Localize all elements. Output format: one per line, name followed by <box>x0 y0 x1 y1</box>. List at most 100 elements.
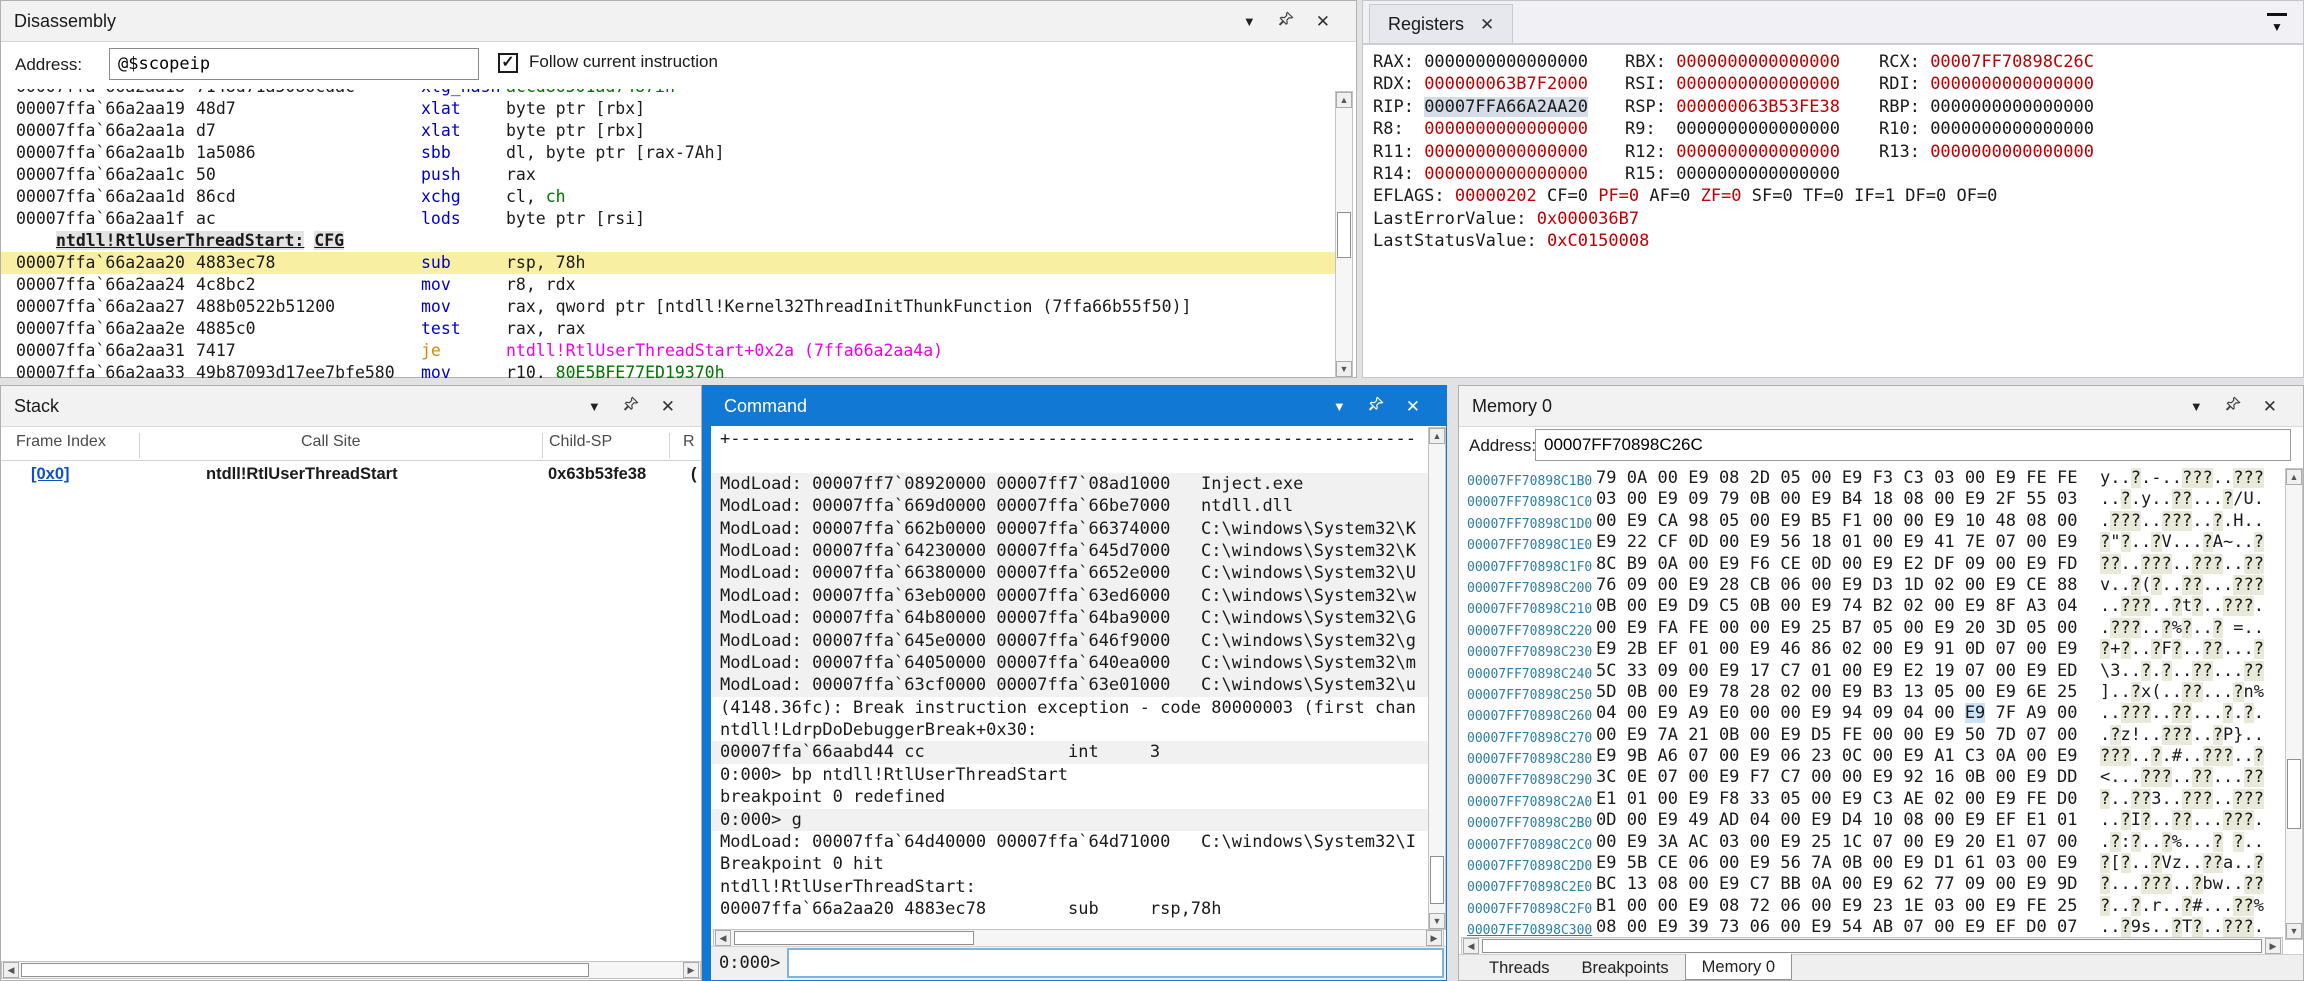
memory-byte[interactable]: 00 <box>1811 767 1831 787</box>
memory-byte[interactable]: 00 <box>1811 468 1831 488</box>
memory-byte[interactable]: B3 <box>1873 682 1893 702</box>
memory-byte[interactable]: 00 <box>2057 725 2077 745</box>
memory-byte[interactable]: 00 <box>1873 511 1893 531</box>
memory-byte[interactable]: 00 <box>1750 725 1770 745</box>
memory-byte[interactable]: 0E <box>1627 767 1647 787</box>
memory-row[interactable]: 00007FF70898C2100B 00 E9 D9 C5 0B 00 E9 … <box>1459 596 2287 617</box>
memory-byte[interactable]: E9 <box>1965 596 1985 616</box>
register-value[interactable]: 0000000000000000 <box>1424 142 1588 162</box>
memory-byte[interactable]: 00 <box>2026 532 2046 552</box>
memory-byte[interactable]: 0A <box>1996 746 2016 766</box>
memory-byte[interactable]: 25 <box>2057 682 2077 702</box>
register-value[interactable]: 0000000000000000 <box>1424 164 1588 184</box>
memory-byte[interactable]: D9 <box>1688 596 1708 616</box>
memory-byte[interactable]: 00 <box>1934 917 1954 937</box>
memory-byte[interactable]: EF <box>1996 810 2016 830</box>
memory-byte[interactable]: 00 <box>1657 896 1677 916</box>
memory-byte[interactable]: D3 <box>1873 575 1893 595</box>
memory-byte[interactable]: 07 <box>1657 767 1677 787</box>
memory-row[interactable]: 00007FF70898C26004 00 E9 A9 E0 00 00 E9 … <box>1459 703 2287 724</box>
memory-byte[interactable]: 0B <box>1719 725 1739 745</box>
memory-byte[interactable]: 39 <box>1688 917 1708 937</box>
memory-byte[interactable]: 00 <box>1842 661 1862 681</box>
memory-byte[interactable]: FE <box>2026 468 2046 488</box>
disassembly-vscrollbar[interactable]: ▲ ▼ <box>1335 91 1353 378</box>
memory-byte[interactable]: 00 <box>1811 789 1831 809</box>
memory-byte[interactable]: 00 <box>1657 468 1677 488</box>
tab-breakpoints[interactable]: Breakpoints <box>1566 955 1685 980</box>
memory-byte[interactable]: E9 <box>1965 703 1985 723</box>
memory-byte[interactable]: CE <box>2026 575 2046 595</box>
memory-byte[interactable]: E9 <box>1842 468 1862 488</box>
memory-row[interactable]: 00007FF70898C2505D 0B 00 E9 78 28 02 00 … <box>1459 682 2287 703</box>
scroll-up-icon[interactable]: ▲ <box>1429 428 1445 444</box>
memory-byte[interactable]: E1 <box>1996 832 2016 852</box>
memory-byte[interactable]: 8C <box>1596 554 1616 574</box>
memory-byte[interactable]: 56 <box>1780 853 1800 873</box>
memory-byte[interactable]: 33 <box>1750 789 1770 809</box>
memory-byte[interactable]: E9 <box>1688 468 1708 488</box>
memory-byte[interactable]: E9 <box>1934 618 1954 638</box>
memory-byte[interactable]: 00 <box>1842 554 1862 574</box>
disasm-row[interactable]: 00007ffa`66a2aa1faclodsbyte ptr [rsi] <box>1 208 1335 230</box>
memory-vscrollbar[interactable]: ▲ ▼ <box>2285 468 2303 940</box>
memory-byte[interactable]: B2 <box>1873 596 1893 616</box>
memory-row[interactable]: 00007FF70898C2C000 E9 3A AC 03 00 E9 25 … <box>1459 832 2287 853</box>
memory-byte[interactable]: 00 <box>1750 832 1770 852</box>
memory-byte[interactable]: D5 <box>1811 725 1831 745</box>
memory-byte[interactable]: 01 <box>1627 789 1647 809</box>
memory-byte[interactable]: F1 <box>1842 511 1862 531</box>
memory-byte[interactable]: E0 <box>1719 703 1739 723</box>
memory-byte[interactable]: 00 <box>1811 575 1831 595</box>
memory-byte[interactable]: FA <box>1657 618 1677 638</box>
memory-byte[interactable]: C7 <box>1750 874 1770 894</box>
memory-byte[interactable]: 00 <box>1688 661 1708 681</box>
col-call-site[interactable]: Call Site <box>301 433 361 451</box>
memory-byte[interactable]: FE <box>2026 896 2046 916</box>
memory-byte[interactable]: 48 <box>1996 511 2016 531</box>
stack-frame-row[interactable]: [0x0] ntdll!RtlUserThreadStart 0x63b53fe… <box>1 460 701 490</box>
memory-byte[interactable]: 00 <box>1719 639 1739 659</box>
memory-byte[interactable]: 00 <box>1873 725 1893 745</box>
memory-byte[interactable]: 07 <box>2026 832 2046 852</box>
memory-byte[interactable]: E9 <box>1780 832 1800 852</box>
memory-byte[interactable]: E9 <box>1965 810 1985 830</box>
memory-byte[interactable]: AD <box>1719 810 1739 830</box>
vertical-splitter[interactable] <box>702 385 710 981</box>
memory-byte[interactable]: E9 <box>1596 532 1616 552</box>
memory-byte[interactable]: 00 <box>1627 917 1647 937</box>
memory-byte[interactable]: 00 <box>1903 511 1923 531</box>
memory-byte[interactable]: 09 <box>1965 874 1985 894</box>
memory-byte[interactable]: E9 <box>1780 511 1800 531</box>
memory-byte[interactable]: 1C <box>1842 832 1862 852</box>
scroll-up-icon[interactable]: ▲ <box>2286 469 2302 485</box>
memory-byte[interactable]: 55 <box>2026 489 2046 509</box>
memory-byte[interactable]: 00 <box>2057 832 2077 852</box>
memory-byte[interactable]: 08 <box>1903 810 1923 830</box>
memory-byte[interactable]: 00 <box>1965 896 1985 916</box>
tab-memory-0[interactable]: Memory 0 <box>1685 954 1792 980</box>
memory-byte[interactable]: 3D <box>1996 618 2016 638</box>
memory-byte[interactable]: 0B <box>1750 596 1770 616</box>
memory-byte[interactable]: E9 <box>1873 874 1893 894</box>
memory-byte[interactable]: 25 <box>2057 896 2077 916</box>
register-value[interactable]: 0000000000000000 <box>1930 97 2094 117</box>
memory-byte[interactable]: 5C <box>1596 661 1616 681</box>
scroll-thumb[interactable] <box>21 963 589 977</box>
register-value[interactable]: 0000000000000000 <box>1676 52 1840 72</box>
memory-byte[interactable]: E9 <box>1596 639 1616 659</box>
memory-hscrollbar[interactable]: ◀ ▶ <box>1461 937 2283 955</box>
memory-byte[interactable]: 00 <box>1873 746 1893 766</box>
memory-byte[interactable]: 74 <box>1842 596 1862 616</box>
address-input[interactable] <box>109 48 479 80</box>
memory-byte[interactable]: EF <box>1657 639 1677 659</box>
scroll-up-icon[interactable]: ▲ <box>1336 92 1352 108</box>
tab-registers[interactable]: Registers ✕ <box>1369 4 1513 43</box>
memory-byte[interactable]: E9 <box>1996 896 2016 916</box>
memory-byte[interactable]: 00 <box>1688 874 1708 894</box>
memory-byte[interactable]: 00 <box>1965 682 1985 702</box>
register-value[interactable]: 00007FFA66A2AA20 <box>1424 97 1588 117</box>
command-vscrollbar[interactable]: ▲ ▼ <box>1428 427 1446 930</box>
memory-byte[interactable]: 00 <box>1750 618 1770 638</box>
register-value[interactable]: 0000000000000000 <box>1676 142 1840 162</box>
